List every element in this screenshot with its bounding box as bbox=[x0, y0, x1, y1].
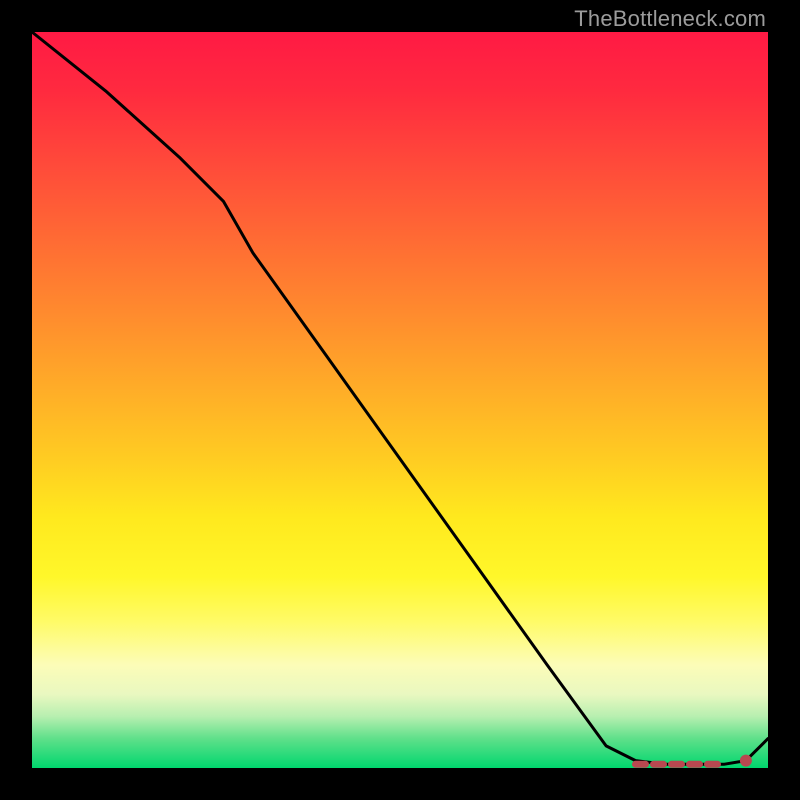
chart-frame: TheBottleneck.com bbox=[0, 0, 800, 800]
watermark-text: TheBottleneck.com bbox=[574, 6, 766, 32]
line-series-curve bbox=[32, 32, 768, 764]
chart-svg bbox=[32, 32, 768, 768]
plot-area bbox=[32, 32, 768, 768]
end-marker-dot bbox=[740, 755, 752, 767]
